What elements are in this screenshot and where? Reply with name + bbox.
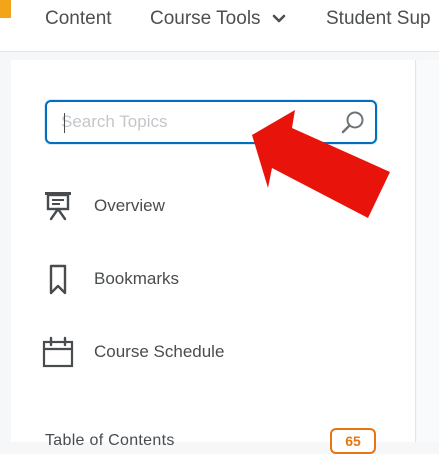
nav-item-label: Content <box>45 8 112 29</box>
menu-item-label: Bookmarks <box>94 269 180 288</box>
menu-item-bookmarks[interactable]: Bookmarks <box>40 259 380 299</box>
bookmark-icon <box>49 264 67 295</box>
nav-item-course-tools[interactable]: Course Tools <box>150 8 286 30</box>
chevron-down-icon <box>272 14 286 23</box>
nav-item-content[interactable]: Content <box>45 8 112 30</box>
nav-item-student-support[interactable]: Student Sup <box>326 8 431 30</box>
menu-item-course-schedule[interactable]: Course Schedule <box>40 332 380 372</box>
toc-count-badge: 65 <box>330 428 376 454</box>
presentation-board-icon <box>45 192 71 221</box>
menu-item-label: Overview <box>94 196 165 215</box>
menu-item-label: Course Schedule <box>94 342 225 361</box>
table-of-contents-heading: Table of Contents <box>45 432 175 449</box>
top-navigation-bar: Content Course Tools Student Sup <box>0 0 439 52</box>
calendar-icon <box>42 336 74 368</box>
brand-color-strip <box>0 0 11 18</box>
nav-item-label: Course Tools <box>150 8 261 29</box>
text-cursor <box>64 113 65 133</box>
annotation-arrow-icon <box>252 110 390 218</box>
content-main-panel <box>417 60 439 442</box>
nav-item-label: Student Sup <box>326 8 431 29</box>
